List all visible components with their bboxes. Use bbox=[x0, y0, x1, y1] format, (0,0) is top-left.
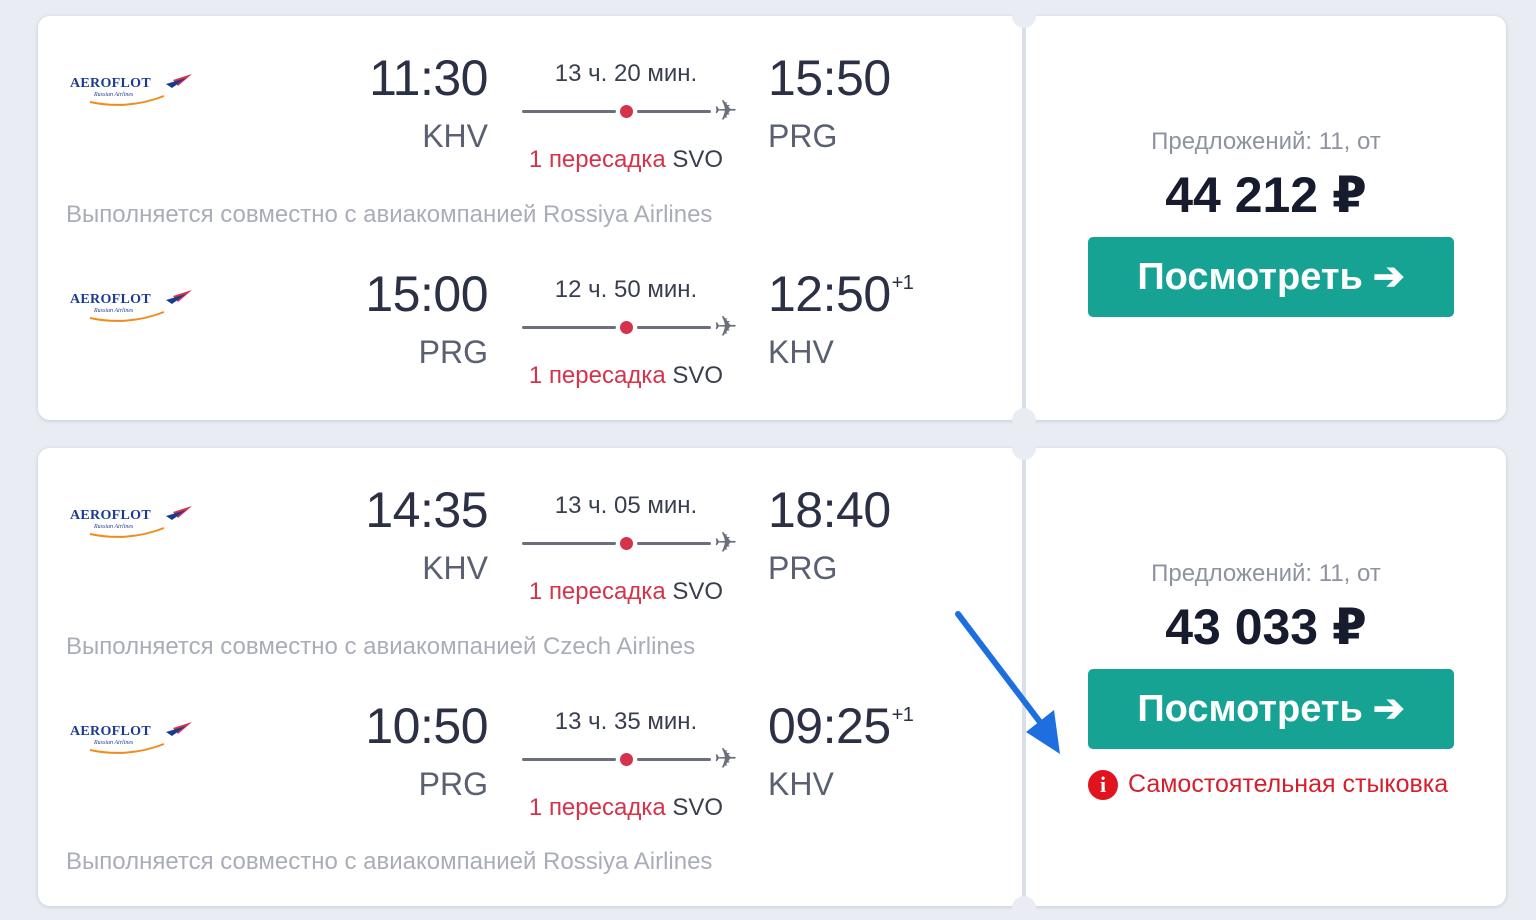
arrival-time: 12:50+1 bbox=[768, 266, 914, 322]
airline-subtitle: Russian Airlines bbox=[94, 92, 134, 98]
stops-count: 1 пересадка bbox=[528, 362, 666, 389]
stop-airport: SVO bbox=[672, 362, 724, 389]
airline-subtitle: Russian Airlines bbox=[94, 308, 134, 314]
price: 44 212 ₽ bbox=[1165, 167, 1367, 223]
day-offset: +1 bbox=[891, 272, 914, 294]
operated-by-note: Выполняется совместно с авиакомпанией Cz… bbox=[66, 633, 696, 660]
stop-airport: SVO bbox=[672, 146, 724, 173]
exclamation-circle-icon: i bbox=[1088, 770, 1118, 801]
airline-subtitle: Russian Airlines bbox=[94, 740, 134, 746]
offers-count: Предложений: 11, от bbox=[1151, 560, 1381, 587]
price: 43 033 ₽ bbox=[1165, 599, 1367, 655]
flight-segment: AEROFLOT Russian Airlines 10:50 PRG 13 ч… bbox=[38, 664, 1028, 824]
departure-time: 11:30 bbox=[369, 50, 488, 106]
route-line: ✈ bbox=[522, 312, 746, 342]
stops-count: 1 пересадка bbox=[528, 578, 666, 605]
airline-logo: AEROFLOT Russian Airlines bbox=[68, 720, 193, 762]
airline-logo: AEROFLOT Russian Airlines bbox=[68, 504, 193, 546]
route-line: ✈ bbox=[522, 528, 746, 558]
view-button-label: Посмотреть bbox=[1137, 688, 1363, 730]
arrival-airport: KHV bbox=[768, 334, 834, 370]
stop-dot bbox=[620, 753, 633, 766]
airline-logo: AEROFLOT Russian Airlines bbox=[68, 72, 193, 114]
operated-by-note: Выполняется совместно с авиакомпанией Ro… bbox=[66, 201, 713, 228]
ticket-notch bbox=[1012, 896, 1036, 920]
flight-segment: AEROFLOT Russian Airlines 11:30 KHV 13 ч… bbox=[38, 16, 1028, 176]
arrival-time: 15:50 bbox=[768, 50, 891, 106]
arrival-airport: PRG bbox=[768, 550, 838, 586]
stops-count: 1 пересадка bbox=[528, 146, 666, 173]
departure-airport: PRG bbox=[418, 766, 488, 802]
stops-info: 1 пересадка SVO bbox=[524, 580, 728, 604]
warning-text: Самостоятельная стыковка bbox=[1128, 770, 1449, 798]
flight-duration: 13 ч. 05 мин. bbox=[554, 492, 698, 519]
arrival-time: 09:25+1 bbox=[768, 698, 914, 754]
route-line: ✈ bbox=[522, 96, 746, 126]
arrival-airport: KHV bbox=[768, 766, 834, 802]
airline-name: AEROFLOT bbox=[70, 292, 151, 307]
stops-info: 1 пересадка SVO bbox=[524, 364, 728, 388]
airline-logo: AEROFLOT Russian Airlines bbox=[68, 288, 193, 330]
arrow-right-icon: ➔ bbox=[1372, 688, 1405, 730]
stops-info: 1 пересадка SVO bbox=[524, 148, 728, 172]
departure-time: 15:00 bbox=[365, 266, 488, 322]
arrival-time: 18:40 bbox=[768, 482, 891, 538]
departure-airport: KHV bbox=[422, 118, 488, 154]
route-line: ✈ bbox=[522, 744, 746, 774]
annotation-arrow bbox=[955, 611, 1060, 754]
stop-dot bbox=[620, 321, 633, 334]
arrival-airport: PRG bbox=[768, 118, 838, 154]
plane-icon: ✈ bbox=[714, 95, 738, 126]
arrow-right-icon: ➔ bbox=[1372, 256, 1405, 298]
airline-name: AEROFLOT bbox=[70, 724, 151, 739]
flight-duration: 13 ч. 35 мин. bbox=[554, 708, 698, 735]
self-transfer-warning[interactable]: i Самостоятельная стыковка bbox=[1088, 768, 1449, 801]
departure-airport: PRG bbox=[418, 334, 488, 370]
ticket-notch bbox=[1012, 408, 1036, 432]
stops-info: 1 пересадка SVO bbox=[524, 796, 728, 820]
operated-by-note: Выполняется совместно с авиакомпанией Ro… bbox=[66, 848, 713, 875]
day-offset: +1 bbox=[891, 704, 914, 726]
view-offer-button[interactable]: Посмотреть ➔ bbox=[1088, 669, 1454, 749]
airline-name: AEROFLOT bbox=[70, 76, 151, 91]
ticket-notch bbox=[1012, 4, 1036, 28]
departure-airport: KHV bbox=[422, 550, 488, 586]
result-card-1-price: Предложений: 11, от 44 212 ₽ Посмотреть ➔ bbox=[1026, 16, 1506, 420]
plane-icon: ✈ bbox=[714, 743, 738, 774]
departure-time: 14:35 bbox=[365, 482, 488, 538]
view-offer-button[interactable]: Посмотреть ➔ bbox=[1088, 237, 1454, 317]
flight-duration: 12 ч. 50 мин. bbox=[554, 276, 698, 303]
stops-count: 1 пересадка bbox=[528, 794, 666, 821]
stop-dot bbox=[620, 537, 633, 550]
result-card-2-flights[interactable]: AEROFLOT Russian Airlines 14:35 KHV 13 ч… bbox=[38, 448, 1022, 906]
departure-time: 10:50 bbox=[365, 698, 488, 754]
ticket-notch bbox=[1012, 436, 1036, 460]
flight-duration: 13 ч. 20 мин. bbox=[554, 60, 698, 87]
offers-count: Предложений: 11, от bbox=[1151, 128, 1381, 155]
view-button-label: Посмотреть bbox=[1137, 256, 1363, 298]
plane-icon: ✈ bbox=[714, 527, 738, 558]
stop-airport: SVO bbox=[672, 794, 724, 821]
result-card-1-flights[interactable]: AEROFLOT Russian Airlines 11:30 KHV 13 ч… bbox=[38, 16, 1022, 420]
airline-name: AEROFLOT bbox=[70, 508, 151, 523]
flight-segment: AEROFLOT Russian Airlines 14:35 KHV 13 ч… bbox=[38, 448, 1028, 608]
stop-airport: SVO bbox=[672, 578, 724, 605]
flight-segment: AEROFLOT Russian Airlines 15:00 PRG 12 ч… bbox=[38, 232, 1028, 392]
airline-subtitle: Russian Airlines bbox=[94, 524, 134, 530]
result-card-2-price: Предложений: 11, от 43 033 ₽ Посмотреть ➔… bbox=[1026, 448, 1506, 906]
stop-dot bbox=[620, 105, 633, 118]
plane-icon: ✈ bbox=[714, 311, 738, 342]
